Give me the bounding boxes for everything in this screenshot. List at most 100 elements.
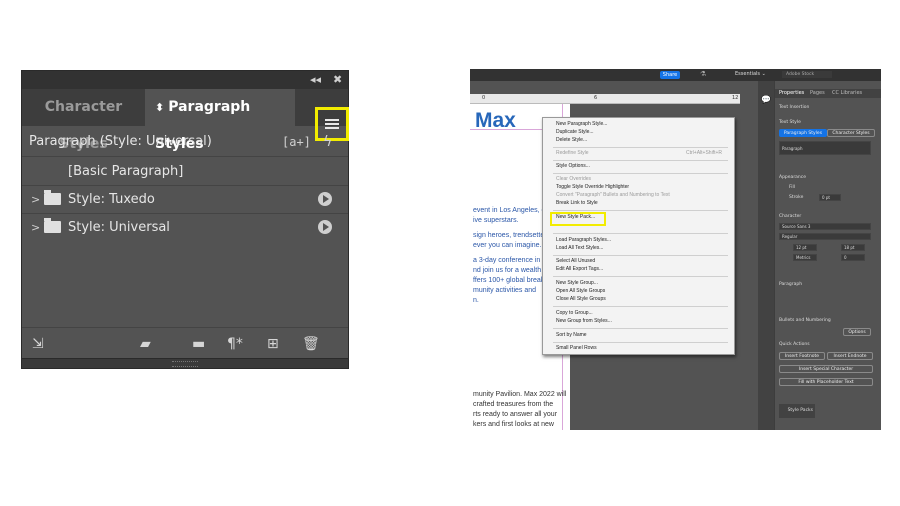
- tab-character-styles[interactable]: Character Styles: [22, 89, 145, 152]
- menu-item-break-link[interactable]: Break Link to Style: [556, 200, 598, 207]
- new-style-icon[interactable]: ⊞: [267, 336, 279, 352]
- section-text-style: Text Style: [779, 120, 801, 125]
- insert-endnote-button[interactable]: Insert Endnote: [827, 352, 873, 360]
- menu-divider: [553, 173, 728, 174]
- section-character: Character: [779, 214, 802, 219]
- menu-item-toggle-override-highlighter[interactable]: Toggle Style Override Highlighter: [556, 184, 629, 191]
- font-style-dropdown[interactable]: Regular: [779, 233, 871, 240]
- menu-item-edit-export-tags[interactable]: Edit All Export Tags...: [556, 266, 603, 273]
- panel-tab-bar: Character Styles ⬍ Paragraph Styles: [22, 89, 349, 152]
- share-button[interactable]: Share: [660, 71, 680, 79]
- play-icon[interactable]: [318, 220, 332, 234]
- menu-item-open-all-groups[interactable]: Open All Style Groups: [556, 288, 605, 295]
- adobe-stock-search[interactable]: Adobe Stock: [782, 71, 832, 78]
- divider: [22, 156, 348, 157]
- load-styles-icon[interactable]: ⇲: [32, 336, 44, 352]
- font-size-field[interactable]: 12 pt: [793, 244, 817, 251]
- style-group-universal[interactable]: > Style: Universal: [22, 214, 348, 241]
- doc-text: ffers 100+ global breako: [473, 277, 549, 284]
- leading-field[interactable]: 18 pt: [841, 244, 865, 251]
- kerning-field[interactable]: Metrics: [793, 254, 817, 261]
- menu-item-new-style-group[interactable]: New Style Group...: [556, 280, 598, 287]
- paragraph-styles-panel: ◂◂ ✖ Character Styles ⬍ Paragraph Styles …: [21, 70, 349, 369]
- chevron-right-icon[interactable]: >: [31, 214, 40, 241]
- paragraph-styles-toggle[interactable]: Paragraph Styles: [779, 129, 827, 137]
- font-family-dropdown[interactable]: Source Sans 3: [779, 223, 871, 230]
- section-bullets: Bullets and Numbering: [779, 318, 831, 323]
- menu-item-sort-by-name[interactable]: Sort by Name: [556, 332, 587, 339]
- quick-apply-icon[interactable]: ϟ: [323, 129, 332, 155]
- menu-item-select-all-unused[interactable]: Select All Unused: [556, 258, 595, 265]
- workspace-switcher[interactable]: Essentials ⌄: [735, 71, 766, 77]
- tab-paragraph-styles[interactable]: ⬍ Paragraph Styles: [145, 89, 295, 152]
- menu-divider: [553, 233, 728, 234]
- section-paragraph: Paragraph: [779, 282, 803, 287]
- tab-properties[interactable]: Properties: [779, 90, 804, 96]
- insert-special-character-button[interactable]: Insert Special Character: [779, 365, 873, 373]
- doc-text: rts ready to answer all your: [473, 411, 558, 418]
- doc-text: crafted treasures from the: [473, 401, 554, 408]
- menu-item-new-group-from-styles[interactable]: New Group from Styles...: [556, 318, 612, 325]
- menu-item-clear-overrides[interactable]: Clear Overrides: [556, 176, 591, 183]
- clear-overrides-icon[interactable]: ¶*: [227, 336, 243, 352]
- bullets-options-button[interactable]: Options: [843, 328, 871, 336]
- indesign-screenshot: Share ⚗ Essentials ⌄ Adobe Stock 0 6 12 …: [470, 69, 881, 430]
- collapse-icon[interactable]: ◂◂: [310, 73, 321, 86]
- menu-divider: [553, 276, 728, 277]
- new-style-group-icon[interactable]: ▬: [192, 336, 205, 352]
- new-group-from-styles-icon[interactable]: ▰: [140, 336, 151, 352]
- style-group-tuxedo[interactable]: > Style: Tuxedo: [22, 186, 348, 213]
- menu-item-close-all-groups[interactable]: Close All Style Groups: [556, 296, 606, 303]
- menu-item-delete-style[interactable]: Delete Style...: [556, 137, 587, 144]
- panel-dock-strip: 💬: [758, 81, 774, 430]
- menu-item-redefine-style[interactable]: Redefine Style Ctrl+Alt+Shift+R: [556, 150, 722, 157]
- menu-item-load-paragraph-styles[interactable]: Load Paragraph Styles...: [556, 237, 611, 244]
- paragraph-styles-panel-menu: New Paragraph Style... Duplicate Style..…: [542, 117, 735, 355]
- comment-icon[interactable]: 💬: [761, 95, 771, 104]
- stroke-weight-field[interactable]: 0 pt: [819, 194, 841, 201]
- section-appearance: Appearance: [779, 175, 807, 180]
- doc-text: n.: [473, 297, 479, 304]
- play-icon[interactable]: [318, 192, 332, 206]
- menu-item-convert-bullets[interactable]: Convert "Paragraph" Bullets and Numberin…: [556, 192, 670, 199]
- menu-divider: [553, 210, 728, 211]
- properties-tab-bar: Properties Pages CC Libraries: [775, 89, 881, 98]
- flask-icon[interactable]: ⚗: [700, 70, 706, 78]
- doc-text: sign heroes, trendsette: [473, 232, 545, 239]
- character-styles-toggle[interactable]: Character Styles: [827, 129, 875, 137]
- panel-bottom-toolbar: ⇲ ▰ ▬ ¶* ⊞ 🗑: [22, 327, 348, 360]
- menu-divider: [553, 328, 728, 329]
- menu-item-copy-to-group[interactable]: Copy to Group...: [556, 310, 593, 317]
- folder-icon: [44, 218, 61, 233]
- fill-placeholder-button[interactable]: Fill with Placeholder Text: [779, 378, 873, 386]
- doc-text: a 3-day conference in Lo: [473, 257, 551, 264]
- style-packs-panel-tab[interactable]: Style Packs: [779, 404, 815, 418]
- close-icon[interactable]: ✖: [333, 73, 342, 86]
- tab-cc-libraries[interactable]: CC Libraries: [832, 90, 862, 96]
- menu-divider: [553, 306, 728, 307]
- menu-item-load-all-text-styles[interactable]: Load All Text Styles...: [556, 245, 603, 252]
- panel-title-bar: ◂◂ ✖: [22, 71, 348, 89]
- document-title: Max: [475, 109, 516, 132]
- section-text-insertion: Text Insertion: [779, 105, 810, 110]
- menu-item-duplicate-style[interactable]: Duplicate Style...: [556, 129, 594, 136]
- doc-text: event in Los Angeles, o: [473, 207, 546, 214]
- menu-item-new-paragraph-style[interactable]: New Paragraph Style...: [556, 121, 607, 128]
- resize-grip[interactable]: [22, 358, 348, 368]
- stroke-label: Stroke: [789, 195, 804, 200]
- chevron-right-icon[interactable]: >: [31, 186, 40, 213]
- current-style-label: Paragraph (Style: Universal): [29, 134, 212, 149]
- insert-footnote-button[interactable]: Insert Footnote: [779, 352, 825, 360]
- menu-divider: [553, 160, 728, 161]
- style-row-basic-paragraph[interactable]: [Basic Paragraph]: [22, 158, 348, 185]
- folder-icon: [44, 190, 61, 205]
- tracking-field[interactable]: 0: [841, 254, 865, 261]
- paragraph-style-dropdown[interactable]: Paragraph: [779, 141, 871, 155]
- tab-pages[interactable]: Pages: [810, 90, 825, 96]
- create-style-from-selection-icon[interactable]: [a+]: [282, 129, 311, 155]
- menu-item-small-panel-rows[interactable]: Small Panel Rows: [556, 345, 597, 352]
- trash-icon[interactable]: 🗑: [302, 336, 320, 352]
- menu-item-style-options[interactable]: Style Options...: [556, 163, 590, 170]
- style-row-label: [Basic Paragraph]: [68, 164, 184, 179]
- sort-updown-icon: ⬍: [155, 101, 165, 114]
